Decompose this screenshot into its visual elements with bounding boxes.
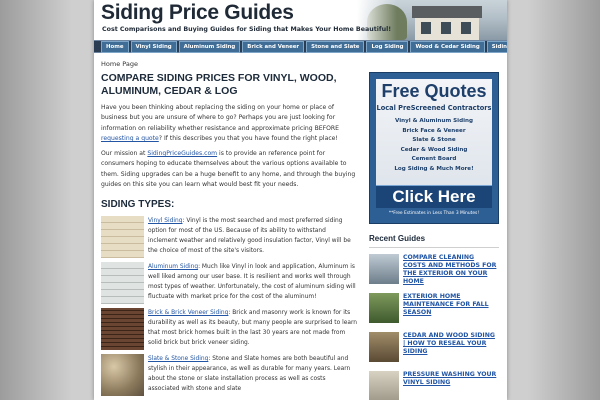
banner-subtitle: Local PreScreened Contractors (376, 104, 492, 112)
list-item: Exterior Home Maintenance for Fall Seaso… (369, 293, 499, 326)
main-nav: Home Vinyl Siding Aluminum Siding Brick … (94, 40, 507, 53)
list-item: Cedar & Wood Siding (400, 146, 468, 153)
nav-brick-veneer[interactable]: Brick and Veneer (242, 41, 305, 53)
nav-home[interactable]: Home (101, 41, 129, 53)
site-header: Siding Price Guides Cost Comparisons and… (94, 0, 507, 40)
guide-link[interactable]: Pressure Washing Your Vinyl Siding (403, 371, 499, 400)
list-item: Brick Face & Veneer (402, 127, 466, 134)
brick-siding-link[interactable]: Brick & Brick Veneer Siding (148, 310, 228, 316)
list-item: Vinyl & Aluminum Siding (394, 118, 474, 124)
banner-list: Vinyl & Aluminum Siding Brick Face & Ven… (376, 117, 492, 175)
free-quotes-banner[interactable]: Free Quotes Local PreScreened Contractor… (369, 72, 499, 224)
nav-wood-cedar[interactable]: Wood & Cedar Siding (410, 41, 485, 53)
banner-title: Free Quotes (381, 81, 487, 101)
list-item: Pressure Washing Your Vinyl Siding (369, 371, 499, 400)
list-item: Vinyl Siding: Vinyl is the most searched… (101, 216, 357, 259)
nav-vinyl-siding[interactable]: Vinyl Siding (130, 41, 177, 53)
list-item: Slate & Stone Siding: Stone and Slate ho… (101, 354, 357, 397)
site-link[interactable]: SidingPriceGuides.com (147, 150, 217, 157)
guide-thumbnail[interactable] (369, 371, 399, 400)
brick-siding-image[interactable] (101, 308, 144, 351)
main-content: Compare Siding Prices for Vinyl, Wood, A… (101, 72, 357, 400)
nav-siding-comparison[interactable]: Siding Comparison (486, 41, 507, 53)
request-quote-link[interactable]: requesting a quote (101, 135, 159, 142)
aluminum-siding-image[interactable] (101, 262, 144, 305)
list-item: Compare Cleaning Costs and Methods for t… (369, 254, 499, 287)
list-item: Aluminum Siding: Much like Vinyl in look… (101, 262, 357, 305)
intro-text: Have you been thinking about replacing t… (101, 104, 340, 132)
vinyl-siding-link[interactable]: Vinyl Siding (148, 218, 183, 224)
page-wrapper: Siding Price Guides Cost Comparisons and… (94, 0, 507, 400)
nav-log-siding[interactable]: Log Siding (366, 41, 409, 53)
recent-guides-heading: Recent Guides (369, 234, 499, 248)
mission-text: Our mission at (101, 150, 148, 158)
guide-thumbnail[interactable] (369, 332, 399, 362)
guide-link[interactable]: Compare Cleaning Costs and Methods for t… (403, 254, 499, 287)
stone-siding-image[interactable] (101, 354, 144, 397)
nav-stone-slate[interactable]: Stone and Slate (306, 41, 365, 53)
list-item: Cedar and Wood Siding | How to Reseal Yo… (369, 332, 499, 365)
site-logo[interactable]: Siding Price Guides (101, 1, 294, 25)
sidebar: Free Quotes Local PreScreened Contractor… (369, 72, 499, 400)
guide-thumbnail[interactable] (369, 293, 399, 323)
click-here-button[interactable]: Click Here (376, 185, 492, 208)
mission-paragraph: Our mission at SidingPriceGuides.com is … (101, 149, 357, 190)
aluminum-siding-link[interactable]: Aluminum Siding (148, 264, 198, 270)
intro-text-end: ? If this describes you that you have fo… (158, 134, 338, 142)
banner-note: **Free Estimates in Less Than 3 Minutes! (388, 211, 480, 216)
siding-types-heading: Siding Types: (101, 199, 175, 211)
page-title: Compare Siding Prices for Vinyl, Wood, A… (101, 72, 337, 97)
list-item: Log Siding & Much More! (394, 165, 474, 172)
list-item: Brick & Brick Veneer Siding: Brick and m… (101, 308, 357, 351)
nav-aluminum-siding[interactable]: Aluminum Siding (178, 41, 241, 53)
guide-link[interactable]: Cedar and Wood Siding | How to Reseal Yo… (403, 332, 499, 365)
guide-thumbnail[interactable] (369, 254, 399, 284)
site-tagline: Cost Comparisons and Buying Guides for S… (102, 26, 392, 33)
list-item: Cement Board (411, 156, 457, 163)
guide-link[interactable]: Exterior Home Maintenance for Fall Seaso… (403, 293, 499, 326)
stone-siding-link[interactable]: Slate & Stone Siding (148, 356, 208, 362)
list-item: Slate & Stone (412, 137, 456, 144)
vinyl-siding-image[interactable] (101, 216, 144, 259)
breadcrumb: Home Page (101, 60, 138, 68)
intro-paragraph: Have you been thinking about replacing t… (101, 103, 357, 144)
